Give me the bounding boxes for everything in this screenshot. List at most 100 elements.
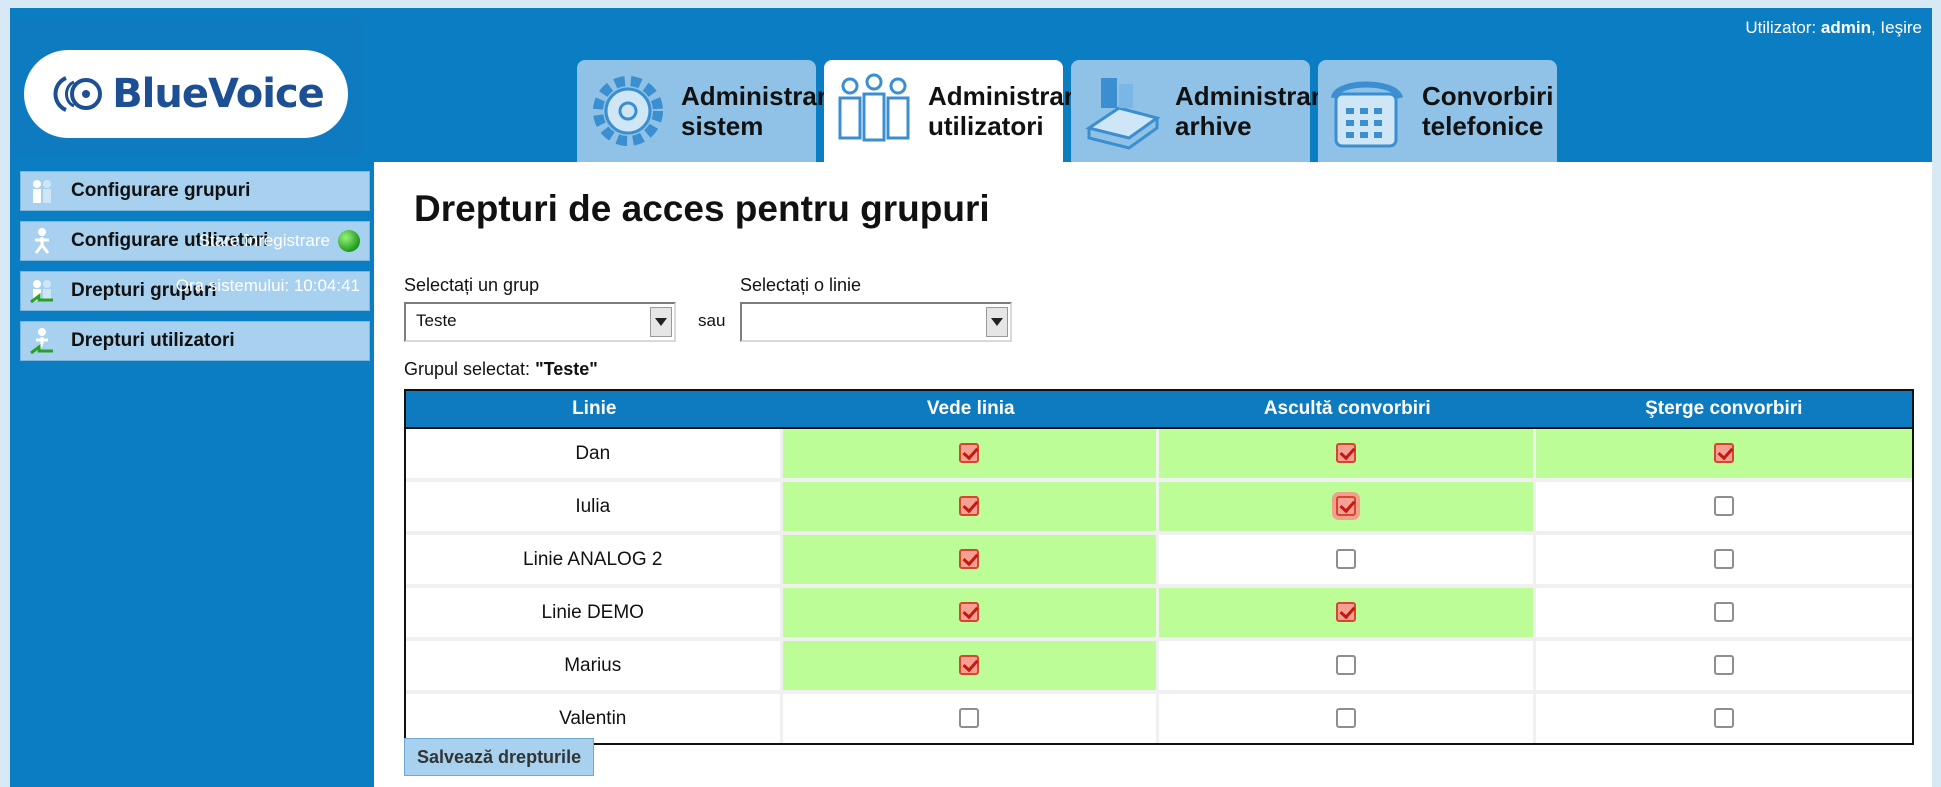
table-row: Marius bbox=[406, 641, 1912, 694]
column-header-asculta-convorbiri: Ascultă convorbiri bbox=[1159, 391, 1536, 429]
logout-link[interactable]: Ieşire bbox=[1880, 18, 1922, 37]
view-checkbox[interactable] bbox=[959, 443, 980, 464]
listen-checkbox[interactable] bbox=[1335, 496, 1356, 517]
tab-convorbiri-telefonice[interactable]: Convorbiri telefonice bbox=[1318, 60, 1557, 162]
table-row: Valentin bbox=[406, 694, 1912, 743]
line-select[interactable] bbox=[740, 302, 1012, 342]
selected-group-value: "Teste" bbox=[535, 359, 598, 379]
archive-icon bbox=[1085, 78, 1161, 150]
listen-permission-cell bbox=[1159, 588, 1536, 641]
tab-label: Administrare utilizatori bbox=[928, 81, 1089, 141]
sidebar: Configurare grupuri Configurare utilizat… bbox=[20, 171, 370, 371]
listen-permission-cell bbox=[1159, 694, 1536, 743]
page-title: Drepturi de acces pentru grupuri bbox=[414, 188, 990, 229]
delete-permission-cell bbox=[1535, 429, 1912, 482]
delete-checkbox[interactable] bbox=[1713, 708, 1734, 729]
users-icon bbox=[838, 73, 910, 142]
table-header-row: Linie Vede linia Ascultă convorbiri Şter… bbox=[406, 391, 1912, 429]
user-icon bbox=[34, 228, 50, 254]
listen-permission-cell bbox=[1159, 535, 1536, 588]
group-select-label: Selectați un grup bbox=[404, 275, 540, 295]
main-content: Drepturi de acces pentru grupuri Selecta… bbox=[374, 162, 1932, 787]
listen-permission-cell bbox=[1159, 641, 1536, 694]
bluevoice-logo: BlueVoice bbox=[24, 50, 348, 138]
group-select[interactable]: Teste bbox=[404, 302, 676, 342]
system-clock: Ora sistemului: 10:04:41 bbox=[175, 276, 360, 295]
view-permission-cell bbox=[782, 535, 1159, 588]
tab-label: Administrare sistem bbox=[681, 81, 842, 141]
view-checkbox[interactable] bbox=[959, 708, 980, 729]
gear-icon bbox=[593, 76, 663, 146]
table-row: Dan bbox=[406, 429, 1912, 482]
listen-checkbox[interactable] bbox=[1335, 549, 1356, 570]
delete-checkbox[interactable] bbox=[1713, 443, 1734, 464]
view-permission-cell bbox=[782, 482, 1159, 535]
chevron-down-icon[interactable] bbox=[986, 307, 1008, 337]
logo-area: BlueVoice bbox=[10, 18, 363, 156]
view-permission-cell bbox=[782, 588, 1159, 641]
delete-checkbox[interactable] bbox=[1713, 602, 1734, 623]
user-bar: Utilizator: admin, Ieşire bbox=[1745, 18, 1922, 37]
table-row: Iulia bbox=[406, 482, 1912, 535]
line-name-cell: Valentin bbox=[406, 694, 783, 743]
view-permission-cell bbox=[783, 694, 1159, 743]
listen-checkbox[interactable] bbox=[1335, 708, 1356, 729]
line-name-cell: Linie ANALOG 2 bbox=[406, 535, 783, 588]
line-name-cell: Marius bbox=[406, 641, 783, 694]
recording-status: Stare înregistrare bbox=[199, 230, 360, 252]
view-checkbox[interactable] bbox=[959, 496, 980, 517]
user-rights-icon bbox=[30, 328, 53, 355]
or-label: sau bbox=[698, 311, 726, 330]
listen-checkbox[interactable] bbox=[1335, 655, 1356, 676]
tab-administrare-sistem[interactable]: Administrare sistem bbox=[577, 60, 841, 162]
listen-permission-cell bbox=[1159, 429, 1536, 482]
user-label: Utilizator: bbox=[1745, 18, 1817, 37]
listen-checkbox[interactable] bbox=[1335, 443, 1356, 464]
delete-checkbox[interactable] bbox=[1713, 496, 1734, 517]
sidebar-item-label: Configurare grupuri bbox=[71, 180, 251, 201]
column-header-linie: Linie bbox=[406, 391, 783, 429]
listen-permission-cell bbox=[1159, 482, 1536, 535]
recording-status-label: Stare înregistrare bbox=[198, 231, 330, 250]
chevron-down-icon[interactable] bbox=[650, 307, 672, 337]
view-checkbox[interactable] bbox=[959, 549, 980, 570]
delete-checkbox[interactable] bbox=[1713, 655, 1734, 676]
line-name-cell: Linie DEMO bbox=[406, 588, 783, 641]
delete-permission-cell bbox=[1535, 641, 1912, 694]
status-led-icon bbox=[338, 230, 360, 252]
tab-label: Administrare arhive bbox=[1175, 81, 1336, 141]
group-rights-icon bbox=[30, 280, 53, 304]
delete-permission-cell bbox=[1535, 482, 1912, 535]
view-checkbox[interactable] bbox=[959, 655, 980, 676]
view-permission-cell bbox=[782, 429, 1159, 482]
delete-checkbox[interactable] bbox=[1713, 549, 1734, 570]
rights-table: Linie Vede linia Ascultă convorbiri Şter… bbox=[404, 389, 1914, 745]
tab-label: Convorbiri telefonice bbox=[1422, 81, 1554, 141]
line-select-label: Selectați o linie bbox=[740, 275, 862, 295]
tab-administrare-utilizatori[interactable]: Administrare utilizatori bbox=[824, 60, 1088, 162]
group-select-value: Teste bbox=[416, 311, 457, 330]
table-row: Linie DEMO bbox=[406, 588, 1912, 641]
user-name: admin bbox=[1820, 18, 1871, 37]
logo-text: BlueVoice bbox=[112, 71, 325, 117]
view-permission-cell bbox=[782, 641, 1159, 694]
line-name-cell: Dan bbox=[406, 429, 783, 482]
save-rights-button[interactable]: Salvează drepturile bbox=[404, 738, 595, 776]
telephone-icon bbox=[1331, 81, 1403, 148]
view-checkbox[interactable] bbox=[959, 602, 980, 623]
tab-administrare-arhive[interactable]: Administrare arhive bbox=[1071, 60, 1335, 162]
group-icon bbox=[33, 180, 51, 203]
line-name-cell: Iulia bbox=[406, 482, 783, 535]
table-row: Linie ANALOG 2 bbox=[406, 535, 1912, 588]
selected-group-label: Grupul selectat: bbox=[404, 359, 531, 379]
listen-checkbox[interactable] bbox=[1335, 602, 1356, 623]
sidebar-item-drepturi-utilizatori[interactable]: Drepturi utilizatori bbox=[20, 321, 370, 361]
selected-group-info: Grupul selectat: "Teste" bbox=[404, 359, 598, 380]
app-frame: Utilizator: admin, Ieşire BlueVoice Admi… bbox=[10, 8, 1932, 787]
sidebar-item-configurare-grupuri[interactable]: Configurare grupuri bbox=[20, 171, 370, 211]
sidebar-item-label: Drepturi utilizatori bbox=[71, 330, 235, 351]
delete-permission-cell bbox=[1535, 588, 1912, 641]
disc-logo-icon bbox=[53, 76, 103, 112]
column-header-vede-linia: Vede linia bbox=[782, 391, 1159, 429]
delete-permission-cell bbox=[1536, 694, 1913, 743]
